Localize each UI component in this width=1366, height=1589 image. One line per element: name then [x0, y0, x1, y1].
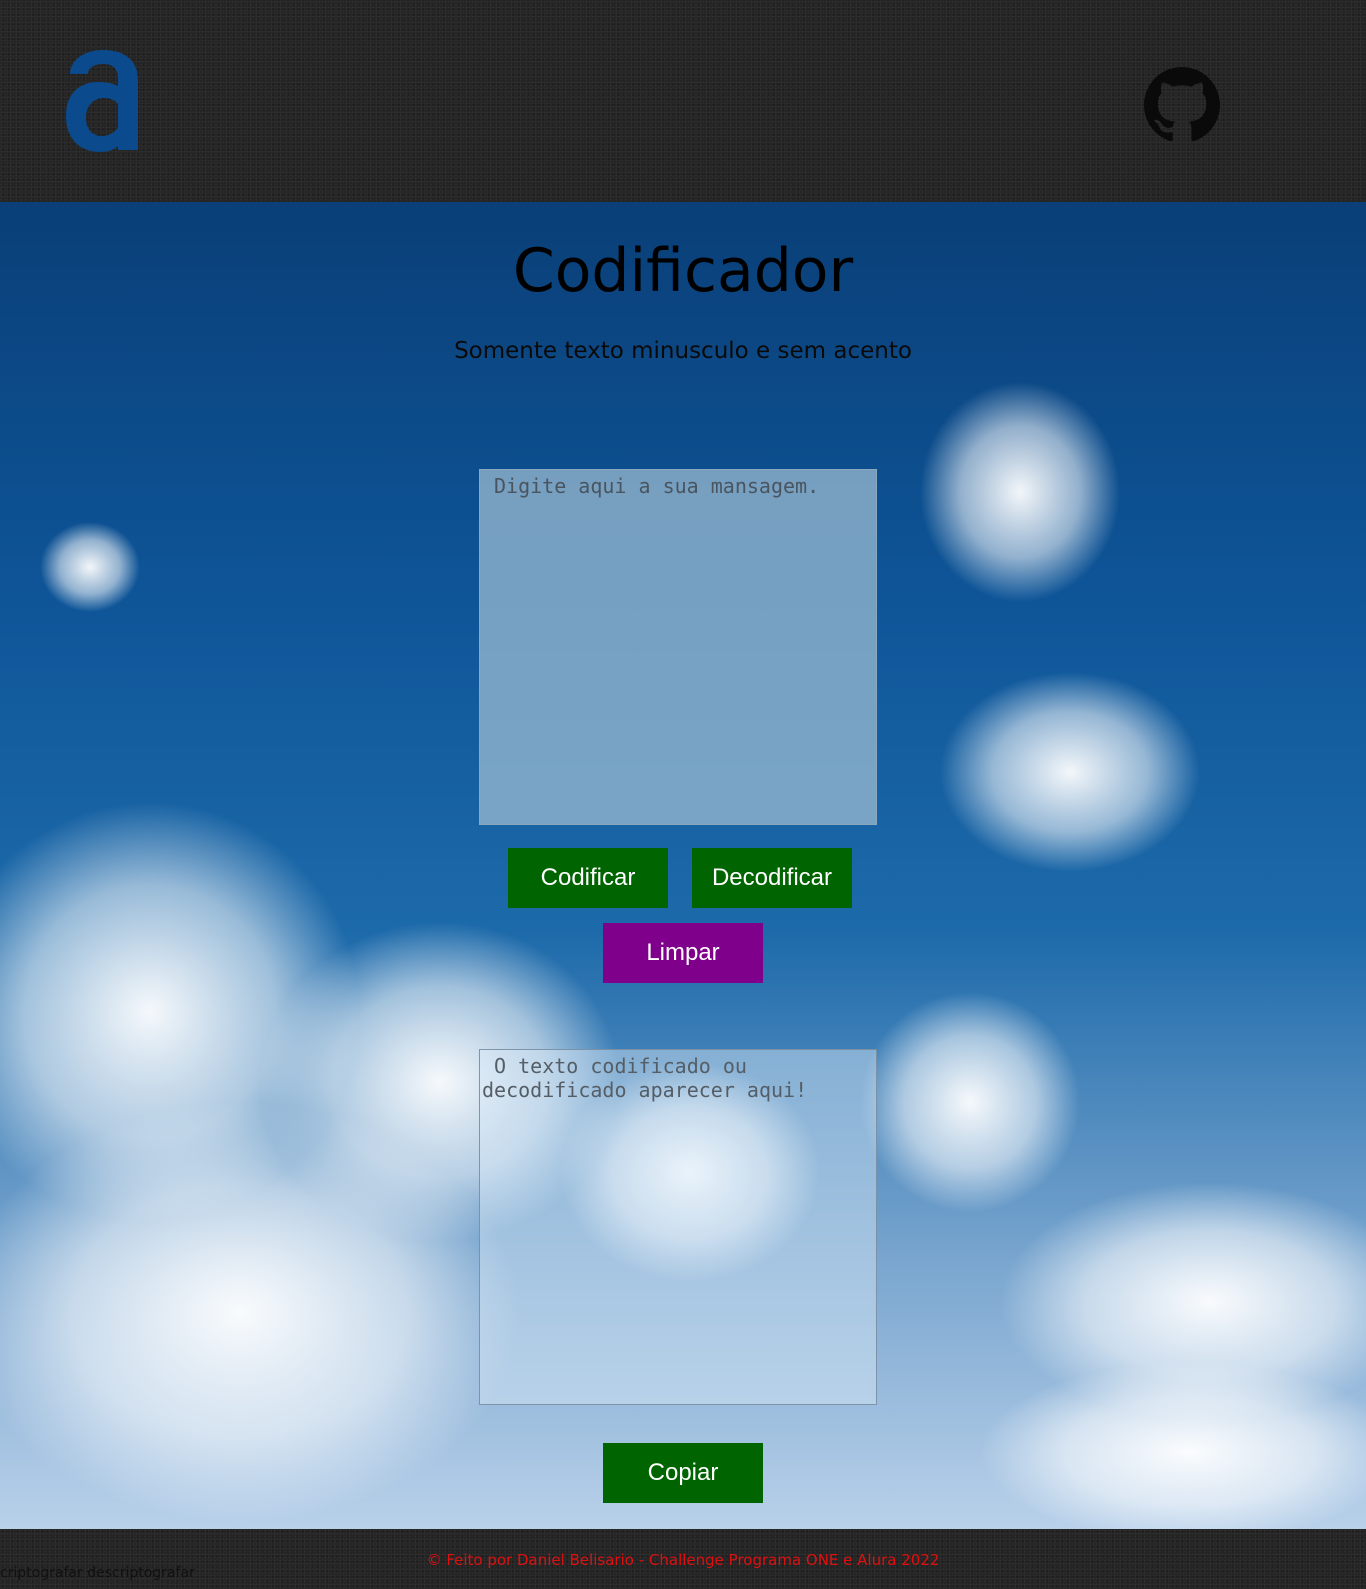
- cloud-decoration: [0, 1102, 520, 1522]
- site-footer: © Feito por Daniel Belisario - Challenge…: [0, 1529, 1366, 1589]
- cloud-decoration: [980, 1362, 1366, 1529]
- cloud-decoration: [1000, 1182, 1366, 1422]
- cloud-decoration: [40, 522, 140, 612]
- github-icon[interactable]: [1144, 67, 1220, 143]
- decode-button[interactable]: Decodificar: [692, 848, 852, 908]
- page-subtitle: Somente texto minusculo e sem acento: [454, 338, 912, 364]
- encode-button[interactable]: Codificar: [508, 848, 668, 908]
- cloud-decoration: [940, 672, 1200, 872]
- site-header: [0, 0, 1366, 202]
- clear-button[interactable]: Limpar: [603, 923, 763, 983]
- footer-credit: © Feito por Daniel Belisario - Challenge…: [426, 1551, 940, 1569]
- cloud-decoration: [860, 992, 1080, 1212]
- main-content: Codificador Somente texto minusculo e se…: [0, 202, 1366, 1529]
- result-output[interactable]: [479, 1049, 877, 1405]
- footer-hidden-text: criptografar descriptografar: [0, 1565, 195, 1581]
- page-title: Codificador: [512, 236, 854, 306]
- cloud-decoration: [0, 802, 360, 1222]
- alura-logo[interactable]: [62, 38, 144, 166]
- cloud-decoration: [920, 382, 1120, 602]
- copy-button[interactable]: Copiar: [603, 1443, 763, 1503]
- message-input[interactable]: [479, 469, 877, 825]
